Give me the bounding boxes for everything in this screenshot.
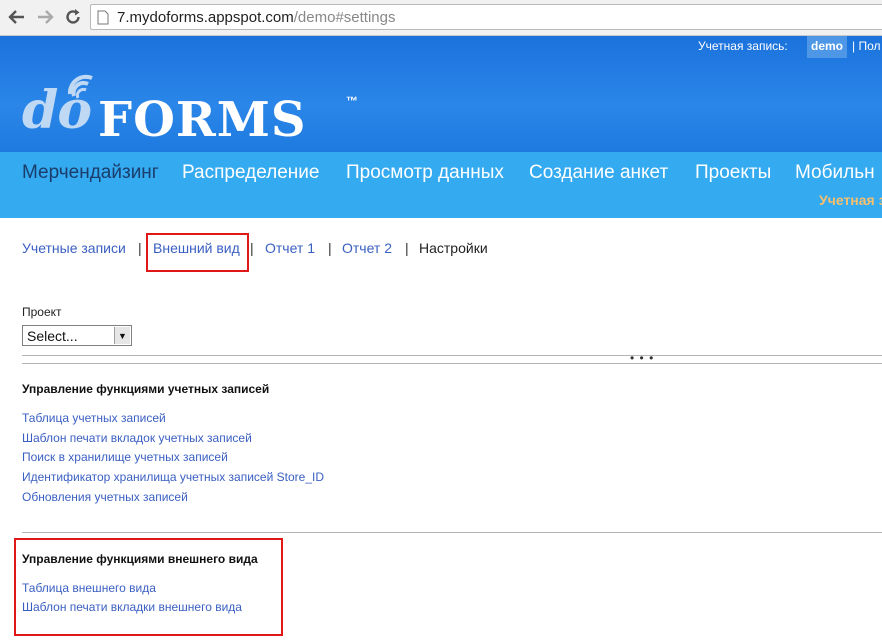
project-label: Проект xyxy=(22,305,62,319)
tab-separator: | xyxy=(138,240,142,256)
main-nav: Мерчендайзинг Распределение Просмотр дан… xyxy=(0,152,882,218)
page-icon xyxy=(97,10,109,25)
project-select[interactable]: Select... ▼ xyxy=(22,325,132,346)
nav-item-form-builder[interactable]: Создание анкет xyxy=(529,162,668,184)
link-accounts-print-template[interactable]: Шаблон печати вкладок учетных записей xyxy=(22,431,252,445)
doforms-logo: do FORMS ™ xyxy=(22,74,382,150)
tab-report-2[interactable]: Отчет 2 xyxy=(342,240,392,256)
account-more[interactable]: | Пол xyxy=(852,39,881,53)
link-accounts-search[interactable]: Поиск в хранилище учетных записей xyxy=(22,450,228,464)
reload-icon[interactable] xyxy=(62,6,84,28)
highlight-box-section xyxy=(14,538,283,636)
back-icon[interactable] xyxy=(6,6,28,28)
tab-separator: | xyxy=(328,240,332,256)
nav-item-projects[interactable]: Проекты xyxy=(695,162,771,184)
account-user[interactable]: demo xyxy=(807,36,847,58)
nav-sub-account[interactable]: Учетная з xyxy=(819,192,882,208)
forward-icon[interactable] xyxy=(34,6,56,28)
account-bar: Учетная запись: demo | Пол xyxy=(0,36,882,60)
highlight-box-tab xyxy=(146,233,249,272)
link-accounts-updates[interactable]: Обновления учетных записей xyxy=(22,490,188,504)
section-title-accounts: Управление функциями учетных записей xyxy=(22,382,270,396)
divider xyxy=(22,355,882,356)
address-bar[interactable]: 7.mydoforms.appspot.com/demo#settings xyxy=(90,4,882,30)
browser-toolbar: 7.mydoforms.appspot.com/demo#settings xyxy=(0,0,882,36)
url-text: 7.mydoforms.appspot.com/demo#settings xyxy=(117,9,395,26)
site-header: Учетная запись: demo | Пол do FORMS ™ xyxy=(0,36,882,152)
link-accounts-table[interactable]: Таблица учетных записей xyxy=(22,411,166,425)
nav-item-mobile[interactable]: Мобильн xyxy=(795,162,875,184)
divider xyxy=(22,532,882,533)
nav-item-merchandising[interactable]: Мерчендайзинг xyxy=(22,162,159,184)
project-select-value: Select... xyxy=(27,328,78,344)
divider xyxy=(22,363,882,364)
logo-forms: FORMS xyxy=(98,92,307,148)
tab-accounts[interactable]: Учетные записи xyxy=(22,240,126,256)
nav-item-distribution[interactable]: Распределение xyxy=(182,162,319,184)
chevron-down-icon[interactable]: ▼ xyxy=(114,327,130,344)
url-host: 7.mydoforms.appspot.com xyxy=(117,9,294,26)
url-path: /demo#settings xyxy=(293,9,396,26)
tab-separator: | xyxy=(250,240,254,256)
tab-settings[interactable]: Настройки xyxy=(419,240,488,256)
logo-trademark: ™ xyxy=(346,94,358,108)
tab-report-1[interactable]: Отчет 1 xyxy=(265,240,315,256)
link-accounts-store-id[interactable]: Идентификатор хранилища учетных записей … xyxy=(22,470,324,484)
tab-separator: | xyxy=(405,240,409,256)
nav-item-data-view[interactable]: Просмотр данных xyxy=(346,162,504,184)
account-label: Учетная запись: xyxy=(698,39,788,53)
